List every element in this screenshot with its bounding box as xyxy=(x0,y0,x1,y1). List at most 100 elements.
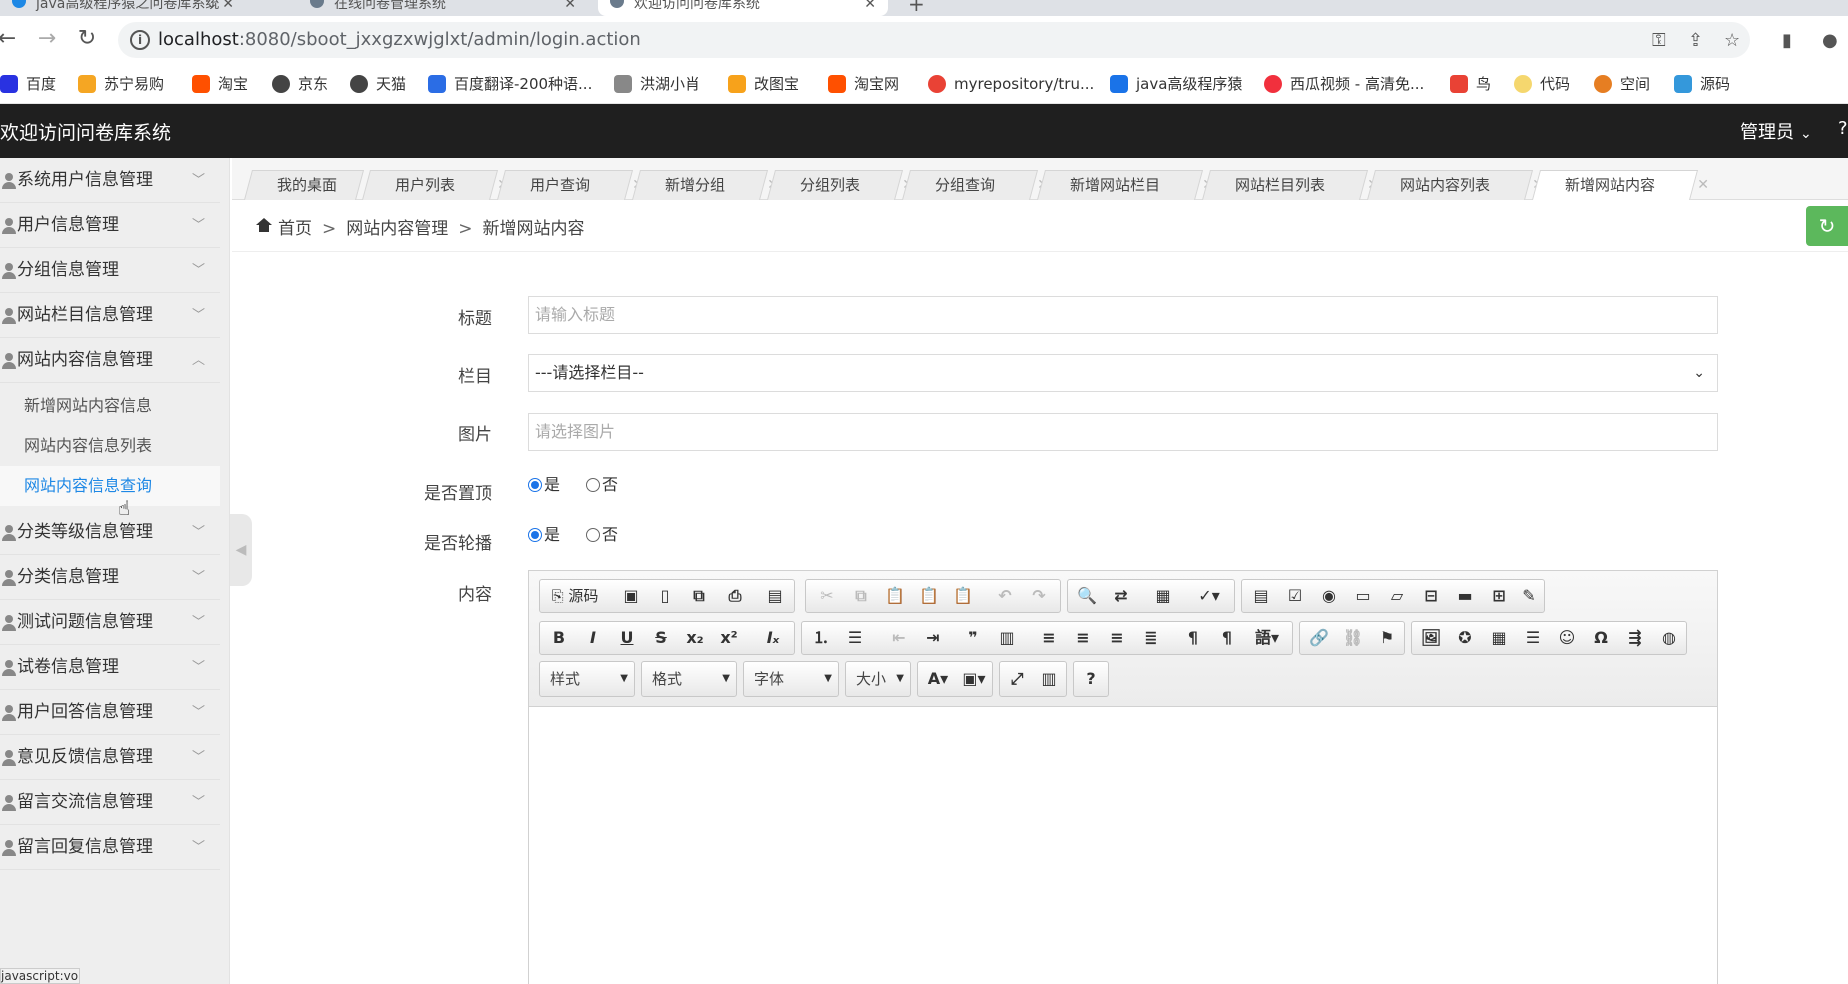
tab-user-query[interactable]: 用户查询✕ xyxy=(497,170,644,200)
image-icon[interactable]: 🖼 xyxy=(1416,624,1446,652)
more-icon[interactable]: ? xyxy=(1838,118,1848,139)
undo-icon[interactable]: ↶ xyxy=(990,582,1020,610)
close-icon[interactable]: ✕ xyxy=(564,0,576,11)
sidepanel-icon[interactable]: ▮ xyxy=(1782,30,1792,51)
source-button[interactable]: ⎘ 源码 xyxy=(542,582,608,610)
rtl-icon[interactable]: ¶ xyxy=(1212,624,1242,652)
print-icon[interactable]: ⎙ xyxy=(720,582,750,610)
sidebar-menu-test-questions[interactable]: 测试问题信息管理 ﹀ xyxy=(0,600,220,645)
info-icon[interactable]: i xyxy=(130,30,150,50)
breadcrumb-home[interactable]: 首页 xyxy=(278,219,312,239)
save-icon[interactable]: ▣ xyxy=(616,582,646,610)
tab-add-group[interactable]: 新增分组✕ xyxy=(632,170,779,200)
sidebar-menu-answers[interactable]: 用户回答信息管理 ﹀ xyxy=(0,690,220,735)
bookmark[interactable]: 鸟 xyxy=(1450,72,1491,96)
bold-icon[interactable]: B xyxy=(544,624,574,652)
table-icon[interactable]: ▦ xyxy=(1484,624,1514,652)
align-right-icon[interactable]: ≡ xyxy=(1102,624,1132,652)
page-break-icon[interactable]: ⇶ xyxy=(1620,624,1650,652)
italic-icon[interactable]: I xyxy=(578,624,608,652)
font-select[interactable]: 字体 ▼ xyxy=(743,661,839,697)
tab-add-content[interactable]: 新增网站内容 ✕ xyxy=(1532,170,1709,200)
find-icon[interactable]: 🔍 xyxy=(1072,582,1102,610)
sidebar-sub-content-list[interactable]: 网站内容信息列表 xyxy=(0,426,220,466)
spellcheck-icon[interactable]: ✓▾ xyxy=(1186,582,1232,610)
textarea-icon[interactable]: ▱ xyxy=(1382,582,1412,610)
bookmark[interactable]: myrepository/tru... xyxy=(928,72,1094,96)
close-icon[interactable]: ⌄ ✕ xyxy=(206,0,234,11)
sidebar-menu-category-levels[interactable]: 分类等级信息管理 ﹀ xyxy=(0,510,220,555)
bookmark[interactable]: 百度 xyxy=(0,72,56,96)
bookmark[interactable]: 代码 xyxy=(1514,72,1570,96)
subscript-icon[interactable]: x₂ xyxy=(680,624,710,652)
back-icon[interactable]: ← xyxy=(0,26,20,52)
bookmark[interactable]: 空间 xyxy=(1594,72,1650,96)
cut-icon[interactable]: ✂ xyxy=(812,582,842,610)
textfield-icon[interactable]: ▭ xyxy=(1348,582,1378,610)
help-icon[interactable]: ? xyxy=(1076,665,1106,693)
sidebar-menu-groups[interactable]: 分组信息管理 ﹀ xyxy=(0,248,220,293)
size-select[interactable]: 大小 ▼ xyxy=(845,661,911,697)
preview-icon[interactable]: ⧉ xyxy=(684,582,714,610)
key-icon[interactable]: ⚿ xyxy=(1652,30,1666,51)
smiley-icon[interactable]: ☺ xyxy=(1552,624,1582,652)
bookmark[interactable]: 京东 xyxy=(272,72,328,96)
column-select[interactable]: ---请选择栏目-- ⌄ xyxy=(528,354,1718,392)
close-icon[interactable]: ✕ xyxy=(1697,171,1709,199)
bookmark[interactable]: 天猫 xyxy=(350,72,406,96)
browser-tab-active[interactable]: 欢迎访问问卷库系统 ✕ xyxy=(598,0,888,16)
align-center-icon[interactable]: ≡ xyxy=(1068,624,1098,652)
sidebar-sub-add-content[interactable]: 新增网站内容信息 xyxy=(0,386,220,426)
template-icon[interactable]: ▤ xyxy=(760,582,790,610)
tab-user-list[interactable]: 用户列表✕ xyxy=(362,170,509,200)
ltr-icon[interactable]: ¶ xyxy=(1178,624,1208,652)
blockquote-icon[interactable]: ❞ xyxy=(958,624,988,652)
sidebar-menu-papers[interactable]: 试卷信息管理 ﹀ xyxy=(0,645,220,690)
tab-column-list[interactable]: 网站栏目列表✕ xyxy=(1202,170,1379,200)
tab-content-list[interactable]: 网站内容列表✕ xyxy=(1367,170,1544,200)
flash-icon[interactable]: ✪ xyxy=(1450,624,1480,652)
horizontal-rule-icon[interactable]: ☰ xyxy=(1518,624,1548,652)
new-tab-icon[interactable]: + xyxy=(908,0,925,16)
paste-text-icon[interactable]: 📋 xyxy=(914,582,944,610)
sidebar-sub-content-query[interactable]: 网站内容信息查询 xyxy=(0,466,220,506)
numbered-list-icon[interactable]: ⒈ xyxy=(806,624,836,652)
superscript-icon[interactable]: x² xyxy=(714,624,744,652)
sidebar-collapse-button[interactable]: ◀ xyxy=(230,514,252,586)
copy-icon[interactable]: ⧉ xyxy=(846,582,876,610)
bookmark[interactable]: 淘宝 xyxy=(192,72,248,96)
align-left-icon[interactable]: ≡ xyxy=(1034,624,1064,652)
paste-word-icon[interactable]: 📋 xyxy=(948,582,978,610)
image-button-icon[interactable]: ⊞ xyxy=(1484,582,1514,610)
button-icon[interactable]: ▬ xyxy=(1450,582,1480,610)
star-icon[interactable]: ☆ xyxy=(1724,30,1740,51)
redo-icon[interactable]: ↷ xyxy=(1024,582,1054,610)
new-page-icon[interactable]: ▯ xyxy=(650,582,680,610)
justify-icon[interactable]: ≣ xyxy=(1136,624,1166,652)
paste-icon[interactable]: 📋 xyxy=(880,582,910,610)
bookmark[interactable]: java高级程序猿 xyxy=(1110,72,1242,96)
bg-color-icon[interactable]: ▣▾ xyxy=(956,665,992,693)
editor-content-area[interactable] xyxy=(529,707,1717,984)
bookmark[interactable]: 源码 xyxy=(1674,72,1730,96)
anchor-icon[interactable]: ⚑ xyxy=(1372,624,1402,652)
show-blocks-icon[interactable]: ▥ xyxy=(1034,665,1064,693)
carousel-yes-radio[interactable]: 是 xyxy=(528,526,560,544)
link-icon[interactable]: 🔗 xyxy=(1304,624,1334,652)
form-icon[interactable]: ▤ xyxy=(1246,582,1276,610)
image-input[interactable]: 请选择图片 xyxy=(528,413,1718,451)
bookmark[interactable]: 淘宝网 xyxy=(828,72,899,96)
remove-format-icon[interactable]: Iₓ xyxy=(758,624,788,652)
profile-icon[interactable]: ● xyxy=(1822,30,1838,51)
sidebar-menu-categories[interactable]: 分类信息管理 ﹀ xyxy=(0,555,220,600)
reload-icon[interactable]: ↻ xyxy=(74,26,100,52)
url-field[interactable]: i localhost:8080/sboot_jxxgzxwjglxt/admi… xyxy=(118,22,1750,58)
breadcrumb-section[interactable]: 网站内容管理 xyxy=(346,219,448,239)
browser-tab[interactable]: 在线问卷管理系统 ✕ xyxy=(298,0,588,16)
bookmark[interactable]: 改图宝 xyxy=(728,72,799,96)
indent-icon[interactable]: ⇥ xyxy=(918,624,948,652)
sidebar-menu-feedback[interactable]: 意见反馈信息管理 ﹀ xyxy=(0,735,220,780)
special-char-icon[interactable]: Ω xyxy=(1586,624,1616,652)
top-yes-radio[interactable]: 是 xyxy=(528,476,560,494)
replace-icon[interactable]: ⇄ xyxy=(1106,582,1136,610)
